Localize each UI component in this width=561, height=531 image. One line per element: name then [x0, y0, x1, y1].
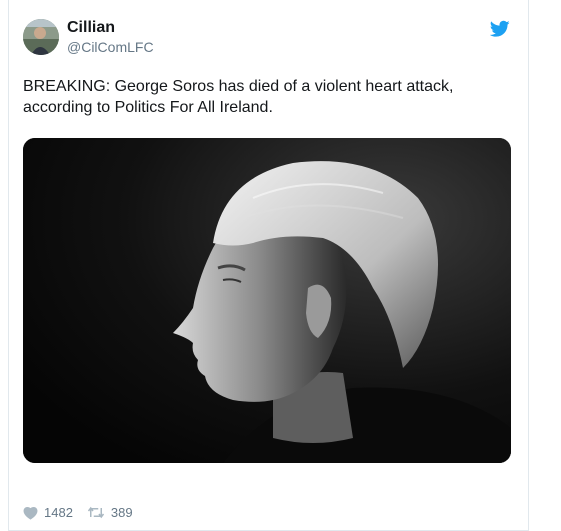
- tweet-card: Cillian @CilComLFC BREAKING: George Soro…: [8, 0, 529, 531]
- tweet-actions: 1482 389: [23, 505, 147, 520]
- author-block: Cillian @CilComLFC: [67, 18, 154, 56]
- tweet-photo[interactable]: [23, 138, 511, 463]
- like-action[interactable]: 1482: [23, 505, 73, 520]
- heart-icon: [23, 506, 38, 520]
- tweet-header: Cillian @CilComLFC: [23, 18, 154, 56]
- portrait-photo: [23, 138, 511, 463]
- avatar-image: [23, 19, 59, 55]
- display-name[interactable]: Cillian: [67, 18, 154, 38]
- avatar[interactable]: [23, 19, 59, 55]
- retweet-icon: [87, 506, 105, 519]
- retweet-action[interactable]: 389: [87, 505, 133, 520]
- handle[interactable]: @CilComLFC: [67, 38, 154, 56]
- like-count: 1482: [44, 505, 73, 520]
- twitter-bird-icon[interactable]: [490, 20, 510, 38]
- retweet-count: 389: [110, 505, 133, 520]
- tweet-text: BREAKING: George Soros has died of a vio…: [23, 78, 454, 116]
